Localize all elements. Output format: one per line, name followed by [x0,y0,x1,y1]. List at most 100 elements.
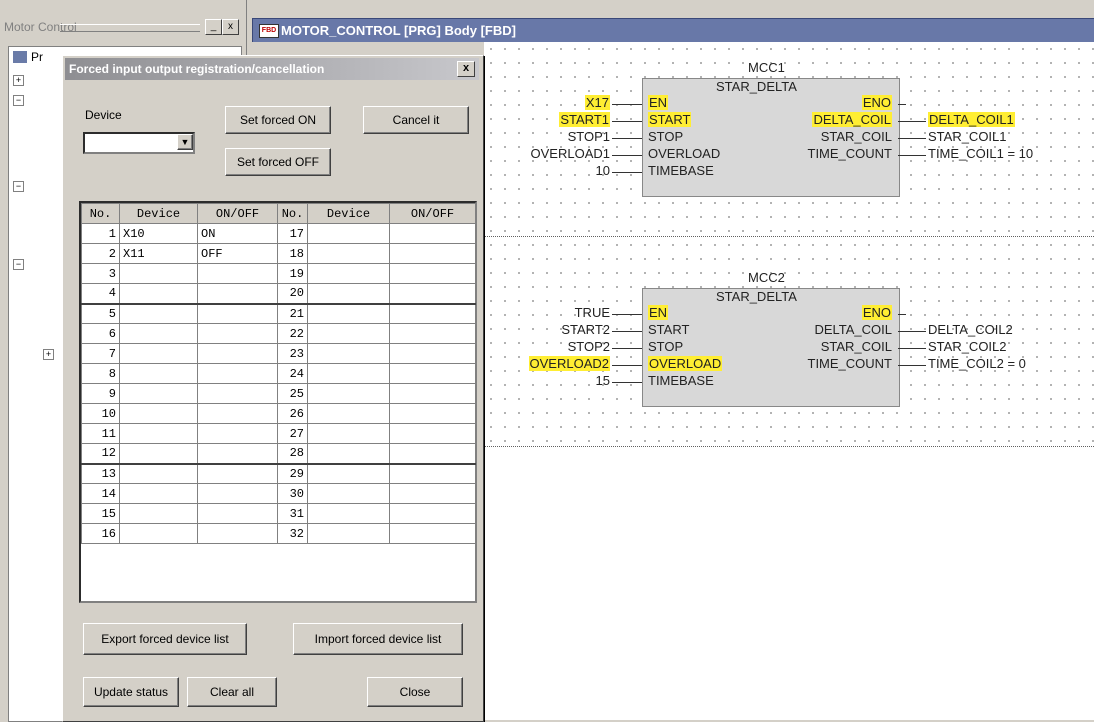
chevron-down-icon[interactable]: ▼ [177,134,193,150]
device-cell[interactable] [119,303,198,324]
device-cell[interactable] [119,423,198,444]
set-forced-on-button[interactable]: Set forced ON [225,106,331,134]
device-cell[interactable] [119,403,198,424]
state-cell[interactable] [389,503,476,524]
state-cell[interactable]: ON [197,223,278,244]
set-forced-off-button[interactable]: Set forced OFF [225,148,331,176]
device-cell[interactable] [307,463,390,484]
device-cell[interactable] [307,263,390,284]
state-cell[interactable] [197,363,278,384]
clear-all-button[interactable]: Clear all [187,677,277,707]
table-row[interactable]: 9 25 [81,383,476,404]
device-cell[interactable] [307,303,390,324]
state-cell[interactable] [197,303,278,324]
dialog-title-bar[interactable]: Forced input output registration/cancell… [65,58,479,80]
table-row[interactable]: 7 23 [81,343,476,364]
state-cell[interactable] [389,243,476,264]
export-list-button[interactable]: Export forced device list [83,623,247,655]
device-combo[interactable]: ▼ [83,132,195,154]
import-list-button[interactable]: Import forced device list [293,623,463,655]
state-cell[interactable] [197,403,278,424]
device-cell[interactable] [307,363,390,384]
state-cell[interactable] [389,283,476,305]
device-cell[interactable] [119,483,198,504]
state-cell[interactable] [197,463,278,484]
device-cell[interactable] [307,423,390,444]
state-cell[interactable] [197,483,278,504]
device-cell[interactable]: X11 [119,243,198,264]
state-cell[interactable] [389,523,476,544]
fbd-canvas-empty[interactable] [484,448,1094,720]
state-cell[interactable] [389,303,476,324]
state-cell[interactable] [389,223,476,244]
state-cell[interactable] [389,403,476,424]
collapse-icon[interactable]: − [13,181,24,192]
table-row[interactable]: 5 21 [81,303,476,324]
update-status-button[interactable]: Update status [83,677,179,707]
state-cell[interactable]: OFF [197,243,278,264]
state-cell[interactable] [389,443,476,465]
device-cell[interactable] [307,283,390,305]
table-row[interactable]: 8 24 [81,363,476,384]
collapse-icon[interactable]: − [13,95,24,106]
device-cell[interactable] [119,463,198,484]
table-row[interactable]: 1 X10 ON 17 [81,223,476,244]
expand-icon[interactable]: + [13,75,24,86]
table-row[interactable]: 13 29 [81,463,476,484]
dialog-close-icon[interactable]: x [457,61,475,77]
pane-grip[interactable] [60,24,200,32]
state-cell[interactable] [389,363,476,384]
state-cell[interactable] [197,343,278,364]
state-cell[interactable] [197,323,278,344]
table-row[interactable]: 14 30 [81,483,476,504]
device-cell[interactable] [307,443,390,465]
table-row[interactable]: 3 19 [81,263,476,284]
state-cell[interactable] [197,383,278,404]
state-cell[interactable] [197,283,278,305]
device-cell[interactable] [119,443,198,465]
expand-icon[interactable]: + [43,349,54,360]
state-cell[interactable] [389,463,476,484]
device-cell[interactable] [119,363,198,384]
device-cell[interactable] [119,343,198,364]
state-cell[interactable] [197,523,278,544]
state-cell[interactable] [389,343,476,364]
device-cell[interactable] [119,263,198,284]
device-cell[interactable] [307,223,390,244]
device-cell[interactable] [119,283,198,305]
device-cell[interactable] [307,243,390,264]
device-cell[interactable] [307,383,390,404]
device-cell[interactable] [307,403,390,424]
state-cell[interactable] [389,323,476,344]
collapse-icon[interactable]: − [13,259,24,270]
table-row[interactable]: 11 27 [81,423,476,444]
table-row[interactable]: 6 22 [81,323,476,344]
state-cell[interactable] [197,263,278,284]
device-cell[interactable] [307,483,390,504]
table-row[interactable]: 12 28 [81,443,476,465]
editor-title-bar[interactable]: FBD MOTOR_CONTROL [PRG] Body [FBD] [252,18,1094,44]
device-cell[interactable] [307,503,390,524]
state-cell[interactable] [197,423,278,444]
device-cell[interactable] [119,523,198,544]
minimize-button[interactable]: _ [205,19,222,35]
state-cell[interactable] [389,263,476,284]
device-cell[interactable] [307,523,390,544]
close-pane-button[interactable]: x [222,19,239,35]
table-row[interactable]: 15 31 [81,503,476,524]
device-cell[interactable] [119,383,198,404]
device-cell[interactable]: X10 [119,223,198,244]
close-button[interactable]: Close [367,677,463,707]
table-row[interactable]: 16 32 [81,523,476,544]
table-row[interactable]: 10 26 [81,403,476,424]
state-cell[interactable] [389,383,476,404]
table-row[interactable]: 4 20 [81,283,476,305]
device-cell[interactable] [307,323,390,344]
state-cell[interactable] [197,443,278,465]
device-cell[interactable] [307,343,390,364]
device-cell[interactable] [119,323,198,344]
cancel-it-button[interactable]: Cancel it [363,106,469,134]
state-cell[interactable] [197,503,278,524]
state-cell[interactable] [389,423,476,444]
device-cell[interactable] [119,503,198,524]
